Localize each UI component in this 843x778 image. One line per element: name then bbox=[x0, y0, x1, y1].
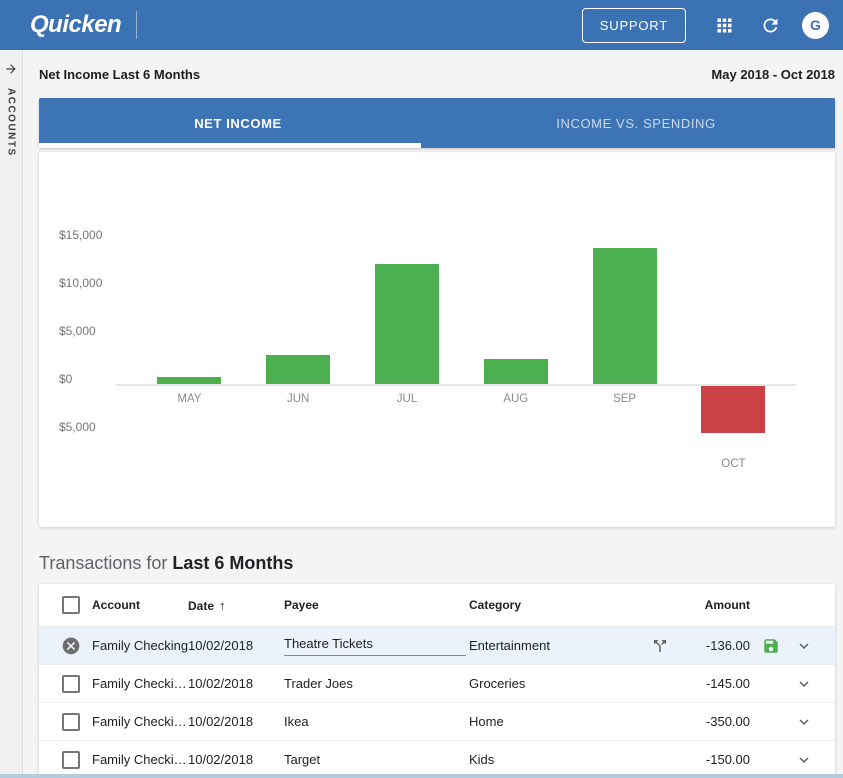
cell-date: 10/02/2018 bbox=[188, 752, 284, 767]
cell-account: Family Checki… bbox=[92, 714, 188, 729]
support-button[interactable]: SUPPORT bbox=[582, 8, 686, 43]
column-header-payee[interactable]: Payee bbox=[284, 598, 469, 612]
chart-bar-oct[interactable] bbox=[701, 386, 765, 433]
date-range: May 2018 - Oct 2018 bbox=[711, 67, 835, 82]
zero-axis-line bbox=[116, 384, 796, 386]
x-axis-label: JUL bbox=[353, 393, 462, 405]
cell-account: Family Checking bbox=[92, 638, 188, 653]
sort-up-icon: ↑ bbox=[219, 598, 226, 613]
transactions-heading-range: Last 6 Months bbox=[172, 553, 293, 573]
row-checkbox[interactable] bbox=[62, 713, 80, 731]
row-checkbox[interactable] bbox=[62, 751, 80, 769]
cell-payee: Target bbox=[284, 752, 469, 767]
transaction-row[interactable]: Family Checki… 10/02/2018 Target Kids -1… bbox=[39, 740, 835, 778]
refresh-icon[interactable] bbox=[760, 15, 781, 36]
chevron-down-icon[interactable] bbox=[795, 751, 813, 769]
body: ACCOUNTS Net Income Last 6 Months May 20… bbox=[0, 50, 843, 778]
cell-account: Family Checki… bbox=[92, 676, 188, 691]
cell-amount: -150.00 bbox=[675, 752, 750, 767]
split-transaction-icon[interactable] bbox=[651, 637, 675, 655]
cell-amount: -136.00 bbox=[675, 638, 750, 653]
y-axis-tick: $15,000 bbox=[59, 228, 102, 242]
cell-amount: -350.00 bbox=[675, 714, 750, 729]
y-axis-tick: $5,000 bbox=[59, 324, 96, 338]
active-tab-indicator bbox=[39, 143, 421, 148]
row-checkbox[interactable] bbox=[62, 675, 80, 693]
report-tabs: NET INCOME INCOME VS. SPENDING bbox=[39, 98, 835, 148]
cell-date: 10/02/2018 bbox=[188, 714, 284, 729]
transaction-row[interactable]: Family Checki… 10/02/2018 Ikea Home -350… bbox=[39, 702, 835, 740]
y-axis-tick: $10,000 bbox=[59, 276, 102, 290]
x-axis-label: OCT bbox=[679, 458, 788, 470]
column-header-account[interactable]: Account bbox=[92, 598, 188, 612]
transactions-heading: Transactions for Last 6 Months bbox=[39, 553, 835, 574]
cancel-icon[interactable] bbox=[61, 636, 81, 656]
apps-grid-icon[interactable] bbox=[714, 15, 735, 36]
cell-amount: -145.00 bbox=[675, 676, 750, 691]
quicken-app: Quicken SUPPORT G ACCOUNTS Net Income La… bbox=[0, 0, 843, 778]
x-axis-label: MAY bbox=[135, 393, 244, 405]
main-content: Net Income Last 6 Months May 2018 - Oct … bbox=[23, 50, 843, 778]
payee-edit-field[interactable]: Theatre Tickets bbox=[284, 636, 466, 656]
chevron-down-icon[interactable] bbox=[795, 713, 813, 731]
tab-income-vs-spending[interactable]: INCOME VS. SPENDING bbox=[437, 98, 835, 148]
y-axis-tick: $5,000 bbox=[59, 420, 96, 434]
report-title-row: Net Income Last 6 Months May 2018 - Oct … bbox=[39, 50, 835, 98]
cell-payee: Ikea bbox=[284, 714, 469, 729]
cell-category: Home bbox=[469, 714, 651, 729]
select-all-checkbox[interactable] bbox=[62, 596, 80, 614]
profile-avatar[interactable]: G bbox=[802, 12, 829, 39]
cell-payee: Trader Joes bbox=[284, 676, 469, 691]
expand-accounts-arrow-icon[interactable] bbox=[4, 62, 18, 76]
cell-date: 10/02/2018 bbox=[188, 676, 284, 691]
column-header-category[interactable]: Category bbox=[469, 598, 651, 612]
chart-area: $15,000 $10,000 $5,000 $0 $5,000 MAYJUNJULAUG… bbox=[39, 152, 835, 527]
chart-bar-jul[interactable] bbox=[375, 264, 439, 384]
chart-bar-may[interactable] bbox=[157, 377, 221, 384]
tab-net-income[interactable]: NET INCOME bbox=[39, 98, 437, 148]
top-header: Quicken SUPPORT G bbox=[0, 0, 843, 50]
transactions-heading-prefix: Transactions for bbox=[39, 553, 172, 573]
table-header-row: Account Date↑ Payee Category Amount bbox=[39, 584, 835, 626]
chart-bar-aug[interactable] bbox=[484, 359, 548, 384]
page-title: Net Income Last 6 Months bbox=[39, 67, 200, 82]
transactions-table: Account Date↑ Payee Category Amount Fami… bbox=[39, 584, 835, 778]
x-axis-label: SEP bbox=[570, 393, 679, 405]
quicken-logo: Quicken bbox=[30, 11, 121, 39]
transaction-row-selected[interactable]: Family Checking 10/02/2018 Theatre Ticke… bbox=[39, 626, 835, 664]
chart-bar-jun[interactable] bbox=[266, 355, 330, 384]
cell-account: Family Checki… bbox=[92, 752, 188, 767]
x-axis-label: AUG bbox=[461, 393, 570, 405]
transaction-row[interactable]: Family Checki… 10/02/2018 Trader Joes Gr… bbox=[39, 664, 835, 702]
horizontal-scrollbar[interactable] bbox=[0, 774, 843, 778]
accounts-rail-label[interactable]: ACCOUNTS bbox=[6, 88, 17, 157]
cell-category: Groceries bbox=[469, 676, 651, 691]
logo-divider bbox=[136, 11, 137, 39]
y-axis-tick: $0 bbox=[59, 372, 72, 386]
column-header-date[interactable]: Date↑ bbox=[188, 598, 284, 613]
cell-category[interactable]: Entertainment bbox=[469, 638, 651, 653]
net-income-chart-card: $15,000 $10,000 $5,000 $0 $5,000 MAYJUNJULAUG… bbox=[39, 152, 835, 527]
chart-bar-sep[interactable] bbox=[593, 248, 657, 384]
chevron-down-icon[interactable] bbox=[795, 637, 813, 655]
column-header-amount[interactable]: Amount bbox=[675, 598, 750, 612]
accounts-rail: ACCOUNTS bbox=[0, 50, 23, 778]
chevron-down-icon[interactable] bbox=[795, 675, 813, 693]
save-icon[interactable] bbox=[762, 637, 780, 655]
x-axis-label: JUN bbox=[244, 393, 353, 405]
cell-category: Kids bbox=[469, 752, 651, 767]
cell-date: 10/02/2018 bbox=[188, 638, 284, 653]
